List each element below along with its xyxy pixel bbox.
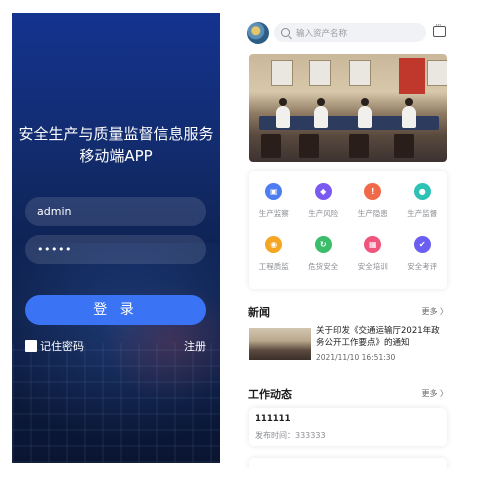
grid-item-production-hazard[interactable]: ! 生产隐患 (348, 183, 398, 235)
banner-person (358, 106, 372, 128)
remember-password[interactable]: 记住密码 (25, 338, 84, 354)
avatar[interactable] (247, 22, 269, 44)
banner-chair (299, 134, 319, 158)
grid-item-label: 安全培训 (357, 262, 388, 271)
work-item-title: 111111 (255, 414, 291, 424)
banner-head (279, 98, 287, 106)
grid-item-label: 工程质监 (258, 262, 289, 271)
app-title-line2: 移动端APP (79, 147, 153, 165)
news-item-time: 2021/11/10 16:51:30 (316, 353, 396, 362)
home-screen: 输入资产名称 ▣ 生产监察 ◆ 生产风险 ! 生产隐患 (244, 14, 454, 468)
search-placeholder: 输入资产名称 (296, 28, 348, 39)
login-button[interactable]: 登 录 (25, 295, 206, 325)
remember-checkbox[interactable] (25, 340, 37, 352)
banner-window (349, 60, 371, 86)
news-section-title: 新闻 (248, 306, 270, 319)
search-input[interactable]: 输入资产名称 (274, 23, 426, 42)
app-title: 安全生产与质量监督信息服务 移动端APP (12, 123, 220, 167)
work-item-time: 发布时间：333333 (255, 431, 326, 440)
grid-item-label: 危货安全 (308, 262, 339, 271)
hazmat-icon: ↻ (314, 236, 332, 253)
grid-item-label: 生产风险 (308, 209, 339, 218)
grid-item-production-supervision[interactable]: ● 生产监督 (398, 183, 448, 235)
banner-chair (349, 134, 369, 158)
banner-window (309, 60, 331, 86)
work-section-title: 工作动态 (248, 388, 292, 401)
search-icon (281, 28, 290, 37)
quality-icon: ◉ (265, 236, 283, 253)
banner-flag (399, 58, 425, 94)
banner-person (314, 106, 328, 128)
grid-item-safety-training[interactable]: ▦ 安全培训 (348, 236, 398, 288)
shield-icon: ◆ (314, 183, 332, 200)
news-more-link[interactable]: 更多 〉 (421, 306, 448, 317)
banner-head (317, 98, 325, 106)
login-screen: 安全生产与质量监督信息服务 移动端APP admin ••••• 登 录 记住密… (12, 13, 220, 463)
username-field[interactable]: admin (25, 197, 206, 226)
grid-item-safety-evaluation[interactable]: ✔ 安全考评 (398, 236, 448, 288)
banner-image[interactable] (249, 54, 447, 162)
banner-chair (261, 134, 281, 158)
banner-window (427, 60, 447, 86)
banner-person (276, 106, 290, 128)
evaluation-icon: ✔ (413, 236, 431, 253)
circuit-board-background (12, 343, 220, 463)
warning-icon: ! (364, 183, 382, 200)
grid-item-label: 生产监督 (407, 209, 438, 218)
message-icon[interactable] (433, 21, 446, 37)
register-link[interactable]: 注册 (184, 338, 206, 354)
banner-head (361, 98, 369, 106)
grid-item-label: 安全考评 (407, 262, 438, 271)
building-icon: ▣ (265, 183, 283, 200)
banner-chair (394, 134, 414, 158)
feature-grid: ▣ 生产监察 ◆ 生产风险 ! 生产隐患 ● 生产监督 ◉ 工程质监 ↻ 危货安… (249, 171, 447, 289)
grid-item-hazmat-safety[interactable]: ↻ 危货安全 (299, 236, 349, 288)
banner-head (405, 98, 413, 106)
news-item-title[interactable]: 关于印发《交通运输厅2021年政务公开工作要点》的通知 (316, 325, 446, 349)
remember-label: 记住密码 (40, 340, 84, 353)
work-more-link[interactable]: 更多 〉 (421, 388, 448, 399)
password-field[interactable]: ••••• (25, 235, 206, 264)
location-icon: ● (413, 183, 431, 200)
work-item-card-next[interactable] (249, 458, 447, 468)
banner-person (402, 106, 416, 128)
grid-item-label: 生产监察 (258, 209, 289, 218)
grid-item-production-inspection[interactable]: ▣ 生产监察 (249, 183, 299, 235)
work-item-card[interactable]: 111111 发布时间：333333 (249, 408, 447, 446)
grid-item-engineering-quality[interactable]: ◉ 工程质监 (249, 236, 299, 288)
grid-item-production-risk[interactable]: ◆ 生产风险 (299, 183, 349, 235)
app-title-line1: 安全生产与质量监督信息服务 (18, 125, 214, 143)
training-icon: ▦ (364, 236, 382, 253)
grid-item-label: 生产隐患 (357, 209, 388, 218)
news-thumbnail[interactable] (249, 328, 311, 360)
banner-window (271, 60, 293, 86)
